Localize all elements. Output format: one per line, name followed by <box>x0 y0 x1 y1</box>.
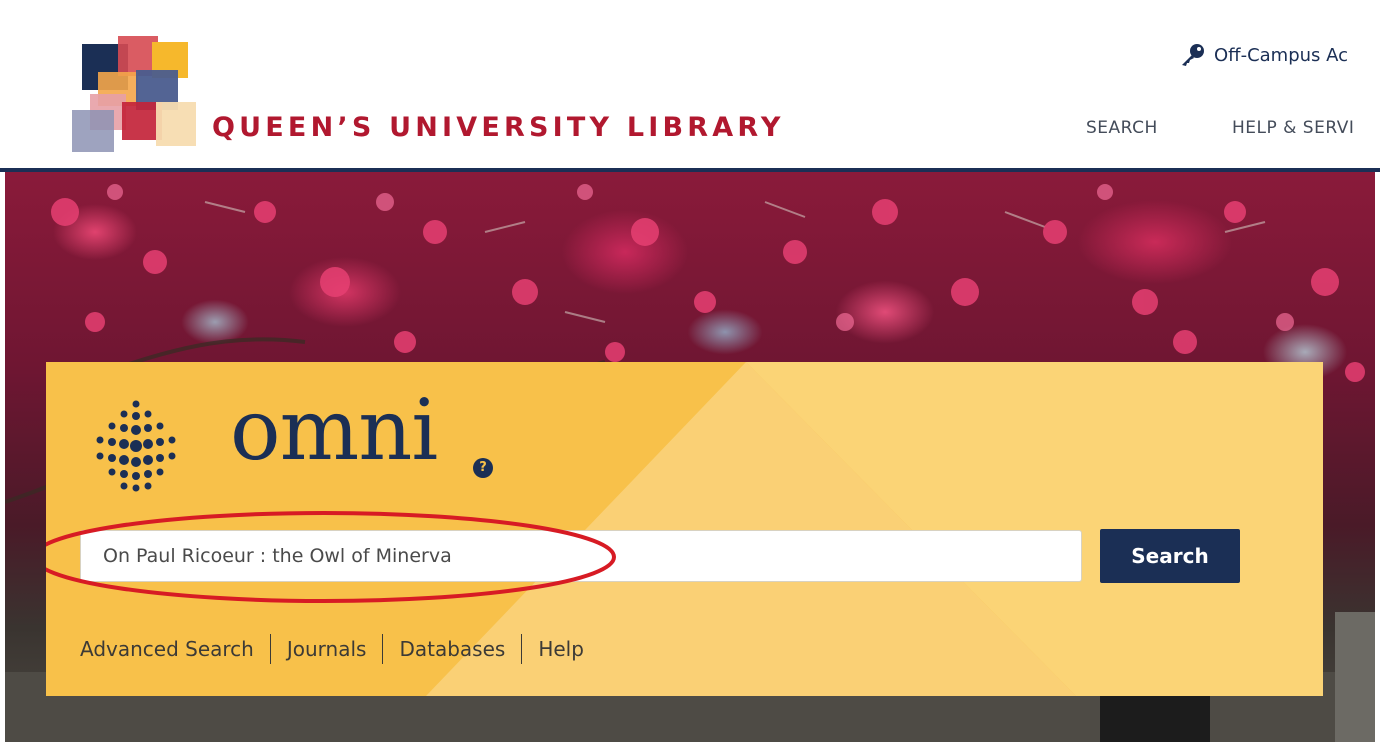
omni-quick-links: Advanced Search Journals Databases Help <box>80 632 584 666</box>
nav-search[interactable]: SEARCH <box>1086 118 1158 138</box>
library-name[interactable]: QUEEN’S UNIVERSITY LIBRARY <box>212 112 785 143</box>
help-link[interactable]: Help <box>538 637 584 661</box>
link-separator <box>269 634 271 664</box>
library-logo-icon[interactable] <box>72 36 198 152</box>
omni-logo[interactable]: omni ? <box>78 388 498 502</box>
nav-help-services[interactable]: HELP & SERVI <box>1232 118 1354 138</box>
omni-dots-icon <box>96 400 176 492</box>
link-separator <box>382 634 384 664</box>
omni-wordmark: omni <box>230 381 438 479</box>
help-icon[interactable]: ? <box>473 458 493 478</box>
off-campus-access-link[interactable]: Off-Campus Ac <box>1180 42 1348 68</box>
link-separator <box>521 634 523 664</box>
search-button[interactable]: Search <box>1100 529 1240 583</box>
search-input[interactable] <box>80 530 1082 582</box>
site-header: QUEEN’S UNIVERSITY LIBRARY Off-Campus Ac… <box>0 0 1380 172</box>
off-campus-label: Off-Campus Ac <box>1214 44 1349 66</box>
key-icon <box>1182 44 1204 66</box>
journals-link[interactable]: Journals <box>287 637 367 661</box>
omni-search-panel: omni ? Search Advanced Search Journals D… <box>46 362 1323 696</box>
advanced-search-link[interactable]: Advanced Search <box>80 637 254 661</box>
databases-link[interactable]: Databases <box>399 637 505 661</box>
